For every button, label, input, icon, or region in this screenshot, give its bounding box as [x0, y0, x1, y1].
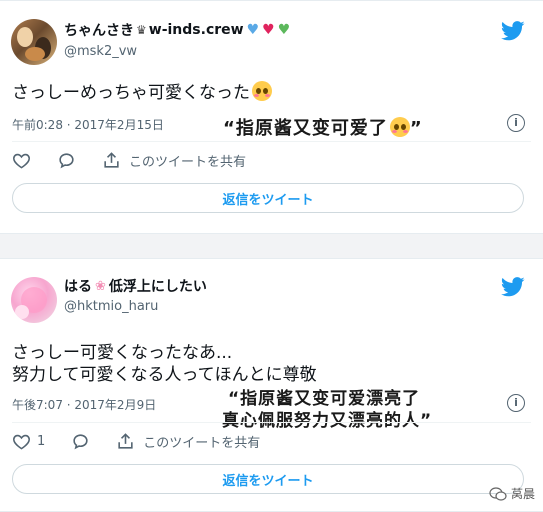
- avatar[interactable]: [11, 19, 57, 65]
- chinese-caption: “指原酱又变可爱了 ”: [223, 114, 423, 140]
- heart-outline-icon: [13, 153, 30, 169]
- caption-close-quote: ”: [409, 118, 423, 139]
- share-button[interactable]: このツイートを共有: [116, 432, 260, 451]
- reply-icon: [59, 153, 74, 169]
- share-label: このツイートを共有: [129, 155, 247, 170]
- tweet-card-1: ちゃんさき ♛ w-inds.crew ♥ ♥ ♥ @msk2_vw さっしーめ…: [0, 0, 543, 234]
- display-name-suffix[interactable]: w-inds.crew: [149, 22, 244, 38]
- tweet-text-content: さっしーめっちゃ可愛くなった: [12, 83, 250, 103]
- author-name-row[interactable]: はる ❀ 低浮上にしたい: [64, 276, 207, 296]
- watermark-text: 莴晨: [510, 487, 535, 501]
- watermark: 莴晨: [489, 485, 535, 502]
- display-name-suffix[interactable]: 低浮上にしたい: [109, 276, 207, 296]
- sakura-icon: ❀: [95, 278, 106, 294]
- share-icon: [118, 433, 133, 449]
- info-icon[interactable]: i: [507, 394, 525, 412]
- share-label: このツイートを共有: [143, 436, 261, 451]
- action-bar: このツイートを共有: [12, 151, 272, 170]
- reply-tweet-button[interactable]: 返信をツイート: [12, 183, 524, 213]
- reply-icon: [73, 434, 88, 450]
- heart-outline-icon: [13, 434, 30, 450]
- like-button[interactable]: [12, 151, 31, 170]
- flushed-face-icon: [389, 117, 410, 137]
- like-button[interactable]: 1: [12, 432, 45, 451]
- chinese-caption-line-2: 真心佩服努力又漂亮的人”: [222, 411, 433, 431]
- reply-tweet-button[interactable]: 返信をツイート: [12, 464, 524, 494]
- action-bar: 1 このツイートを共有: [12, 432, 286, 451]
- caption-text: “指原酱又变可爱了: [223, 118, 388, 139]
- handle[interactable]: @msk2_vw: [64, 44, 137, 59]
- tweet-text: さっしーめっちゃ可愛くなった: [12, 81, 272, 104]
- timestamp[interactable]: 午前0:28 · 2017年2月15日: [12, 116, 164, 133]
- divider: [12, 141, 531, 142]
- divider: [12, 422, 531, 423]
- green-heart-icon: ♥: [277, 22, 291, 38]
- like-count: 1: [37, 434, 46, 449]
- crown-icon: ♛: [136, 23, 147, 37]
- author-name-row[interactable]: ちゃんさき ♛ w-inds.crew ♥ ♥ ♥: [64, 20, 290, 40]
- flushed-face-icon: [252, 81, 272, 101]
- tweet-text-line-1: さっしー可愛くなったなあ...: [12, 343, 233, 363]
- tweet-text-line-2: 努力して可愛くなる人ってほんとに尊敬: [12, 365, 317, 385]
- display-name[interactable]: ちゃんさき: [64, 20, 134, 40]
- share-button[interactable]: このツイートを共有: [102, 151, 246, 170]
- avatar[interactable]: [11, 277, 57, 323]
- handle[interactable]: @hktmio_haru: [64, 299, 158, 314]
- share-icon: [104, 152, 119, 168]
- info-icon[interactable]: i: [507, 114, 525, 132]
- reply-button[interactable]: [71, 432, 90, 451]
- reply-button[interactable]: [57, 151, 76, 170]
- twitter-bird-icon[interactable]: [501, 21, 525, 41]
- wechat-icon: [489, 486, 507, 501]
- tweet-card-2: はる ❀ 低浮上にしたい @hktmio_haru さっしー可愛くなったなあ..…: [0, 258, 543, 512]
- twitter-bird-icon[interactable]: [501, 277, 525, 297]
- display-name[interactable]: はる: [64, 276, 92, 296]
- timestamp[interactable]: 午後7:07 · 2017年2月9日: [12, 396, 156, 413]
- blue-heart-icon: ♥: [246, 22, 260, 38]
- red-heart-icon: ♥: [262, 22, 275, 38]
